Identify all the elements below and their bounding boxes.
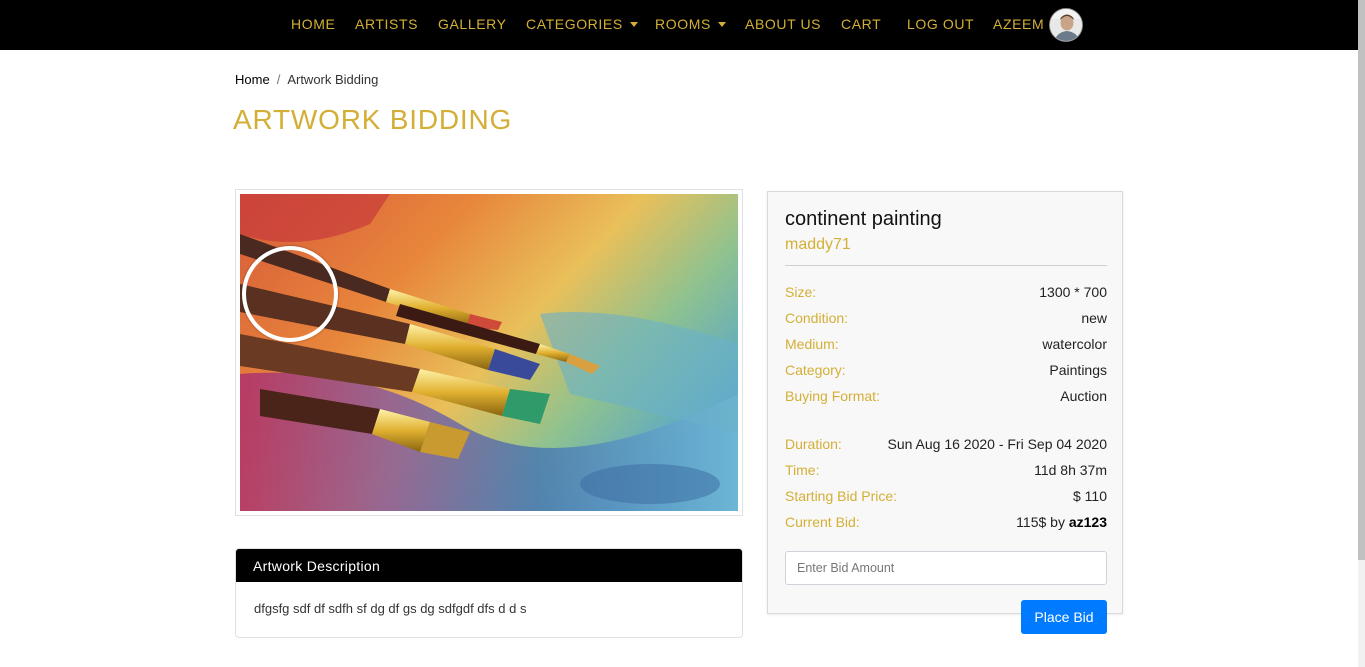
breadcrumb-current: Artwork Bidding xyxy=(287,72,379,87)
auction-label: Duration: xyxy=(785,436,842,452)
auction-label: Starting Bid Price: xyxy=(785,488,898,504)
artwork-image[interactable] xyxy=(240,194,738,511)
place-bid-button[interactable]: Place Bid xyxy=(1021,600,1107,634)
detail-value: new xyxy=(1081,310,1107,326)
detail-label: Size: xyxy=(785,284,817,300)
user-avatar[interactable] xyxy=(1049,8,1083,42)
nav-user-name[interactable]: AZEEM xyxy=(993,16,1044,32)
nav-categories-dropdown[interactable]: CATEGORIES xyxy=(526,16,638,32)
auction-label: Time: xyxy=(785,462,820,478)
artwork-title: continent painting xyxy=(785,208,942,230)
detail-label: Category: xyxy=(785,362,846,378)
artwork-description-card: Artwork Description dfgsfg sdf df sdfh s… xyxy=(235,548,743,638)
artwork-image-frame xyxy=(235,189,743,516)
detail-label: Buying Format: xyxy=(785,388,880,404)
caret-down-icon xyxy=(629,22,638,27)
detail-label: Condition: xyxy=(785,310,849,326)
breadcrumb-separator: / xyxy=(276,72,281,87)
current-bid-amount: 115$ by xyxy=(1016,514,1069,530)
image-zoom-lens[interactable] xyxy=(242,246,338,342)
auction-value: Sun Aug 16 2020 - Fri Sep 04 2020 xyxy=(887,436,1108,452)
detail-value: Paintings xyxy=(1049,362,1107,378)
nav-rooms-dropdown[interactable]: ROOMS xyxy=(655,16,726,32)
detail-value: Auction xyxy=(1060,388,1107,404)
caret-down-icon xyxy=(717,22,726,27)
info-divider xyxy=(785,265,1107,266)
nav-about-link[interactable]: ABOUT US xyxy=(745,16,821,32)
detail-label: Medium: xyxy=(785,336,839,352)
detail-value: watercolor xyxy=(1042,336,1107,352)
artwork-description-text: dfgsfg sdf df sdfh sf dg df gs dg sdfgdf… xyxy=(254,601,527,616)
auction-value: $ 110 xyxy=(1073,488,1107,504)
current-bid-label: Current Bid: xyxy=(785,514,860,530)
breadcrumb: Home / Artwork Bidding xyxy=(235,72,378,87)
nav-categories-label: CATEGORIES xyxy=(526,16,623,32)
current-bid-value: 115$ by az123 xyxy=(1016,514,1107,530)
nav-rooms-label: ROOMS xyxy=(655,16,711,32)
nav-artists-link[interactable]: ARTISTS xyxy=(355,16,418,32)
page-title: ARTWORK BIDDING xyxy=(233,104,513,135)
top-navbar: HOME ARTISTS GALLERY CATEGORIES ROOMS AB… xyxy=(0,0,1358,50)
auction-value: 11d 8h 37m xyxy=(1034,462,1107,478)
artwork-info-card: continent painting maddy71 Size: 1300 * … xyxy=(767,191,1123,634)
nav-home-link[interactable]: HOME xyxy=(291,16,335,32)
page-scrollbar[interactable] xyxy=(1358,0,1365,667)
artwork-description-header: Artwork Description xyxy=(236,549,742,582)
current-bidder: az123 xyxy=(1068,514,1107,530)
artwork-artist-link[interactable]: maddy71 xyxy=(785,236,851,254)
nav-logout-link[interactable]: LOG OUT xyxy=(907,16,974,32)
bid-amount-input[interactable] xyxy=(785,551,1107,585)
nav-links: HOME ARTISTS GALLERY CATEGORIES ROOMS AB… xyxy=(0,0,1358,50)
breadcrumb-home-link[interactable]: Home xyxy=(235,72,270,87)
scrollbar-thumb[interactable] xyxy=(1358,0,1365,560)
detail-value: 1300 * 700 xyxy=(1039,284,1107,300)
nav-cart-link[interactable]: CART xyxy=(841,16,881,32)
nav-gallery-link[interactable]: GALLERY xyxy=(438,16,507,32)
